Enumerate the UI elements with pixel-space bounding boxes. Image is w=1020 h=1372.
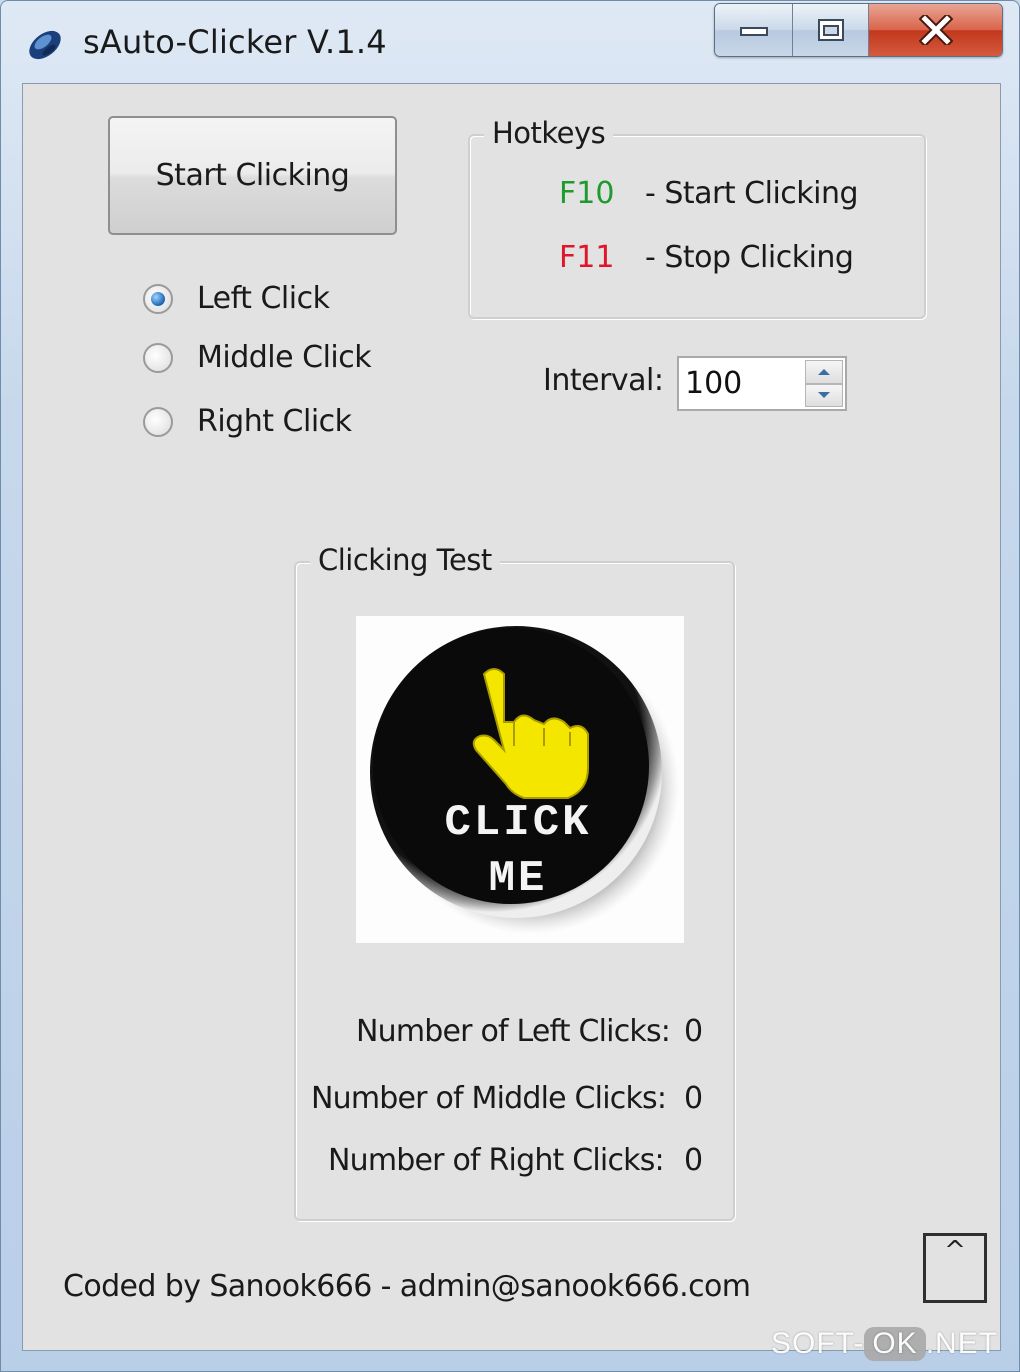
hotkeys-group-title: Hotkeys: [484, 116, 614, 150]
watermark-part1: SOFT-: [771, 1327, 865, 1360]
spin-buttons: [805, 360, 843, 407]
click-me-image-button[interactable]: CLICK ME: [356, 616, 684, 943]
interval-value[interactable]: 100: [685, 366, 742, 401]
minimize-button[interactable]: [715, 4, 793, 56]
arrow-down-icon: [818, 392, 830, 399]
hotkey-start-desc: - Start Clicking: [645, 176, 859, 211]
watermark: SOFT- OK .NET: [771, 1327, 998, 1361]
click-me-line2: ME: [489, 854, 548, 904]
middle-clicks-label: Number of Middle Clicks:: [311, 1081, 667, 1116]
radio-left-click[interactable]: Left Click: [143, 281, 330, 316]
app-window: sAuto-Clicker V.1.4 Start Clicking Left …: [0, 0, 1020, 1372]
window-title: sAuto-Clicker V.1.4: [83, 23, 387, 61]
radio-selected-dot: [151, 291, 165, 306]
spin-down-button[interactable]: [805, 383, 843, 407]
middle-clicks-value: 0: [684, 1081, 704, 1116]
radio-label: Left Click: [197, 281, 330, 316]
watermark-part2: OK: [864, 1327, 926, 1361]
interval-label: Interval:: [543, 363, 664, 398]
radio-middle-click[interactable]: Middle Click: [143, 340, 372, 375]
credit-text: Coded by Sanook666 - admin@sanook666.com: [63, 1269, 751, 1304]
radio-right-click[interactable]: Right Click: [143, 404, 352, 439]
radio-button[interactable]: [143, 283, 173, 314]
close-button[interactable]: [869, 4, 1002, 56]
minimize-icon: [739, 27, 768, 36]
click-me-graphic: CLICK ME: [370, 626, 679, 934]
spin-up-button[interactable]: [805, 360, 843, 384]
interval-spinbox[interactable]: 100: [677, 356, 847, 411]
click-me-line1: CLICK: [444, 798, 591, 848]
hotkeys-group: Hotkeys: [468, 116, 926, 319]
left-clicks-label: Number of Left Clicks:: [356, 1014, 671, 1049]
mouse-icon: [29, 30, 61, 60]
radio-button[interactable]: [143, 406, 173, 437]
radio-label: Middle Click: [197, 340, 372, 375]
right-clicks-value: 0: [684, 1143, 704, 1178]
radio-button[interactable]: [143, 342, 173, 373]
right-clicks-label: Number of Right Clicks:: [328, 1143, 665, 1178]
caption-buttons: [714, 3, 1003, 57]
radio-label: Right Click: [197, 404, 352, 439]
clicking-test-group-title: Clicking Test: [310, 543, 500, 577]
hotkey-stop-key: F11: [559, 240, 615, 275]
hotkey-start-key: F10: [559, 176, 615, 211]
title-bar[interactable]: sAuto-Clicker V.1.4: [1, 1, 1020, 83]
maximize-icon: [817, 19, 844, 41]
hotkey-stop-desc: - Stop Clicking: [645, 240, 854, 275]
caret-up-icon: ^: [944, 1236, 966, 1266]
left-clicks-value: 0: [684, 1014, 704, 1049]
arrow-up-icon: [818, 368, 830, 375]
close-icon: [918, 15, 953, 45]
maximize-button[interactable]: [793, 4, 869, 56]
collapse-button[interactable]: ^: [923, 1233, 987, 1303]
start-clicking-button[interactable]: Start Clicking: [108, 116, 397, 235]
watermark-part3: .NET: [925, 1327, 999, 1360]
